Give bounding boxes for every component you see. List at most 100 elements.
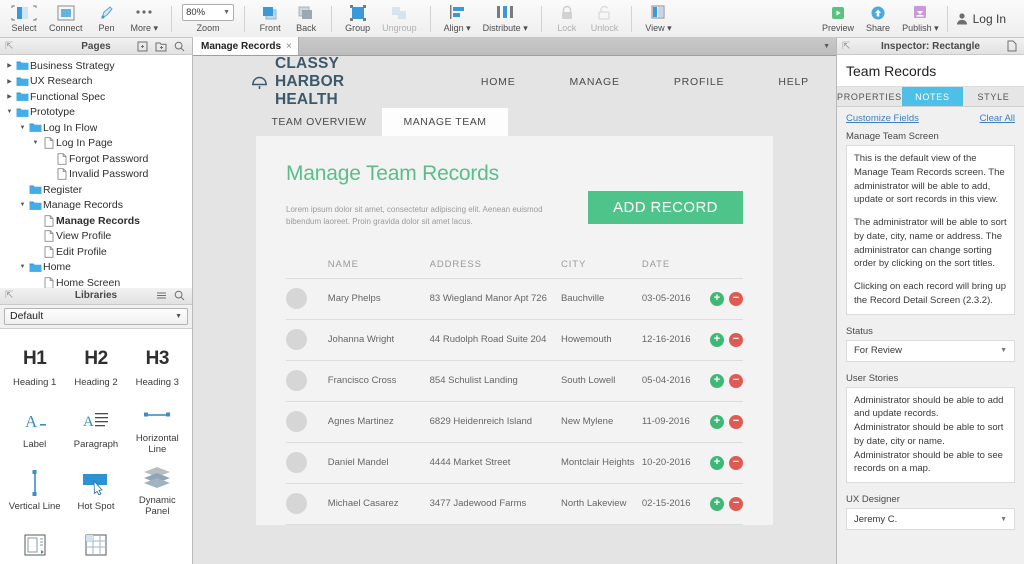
close-icon[interactable]: × xyxy=(286,41,292,52)
site-nav-help[interactable]: HELP xyxy=(751,76,836,88)
pages-tree-item[interactable]: Invalid Password xyxy=(0,167,192,183)
pages-tree-item[interactable]: Manage Records xyxy=(0,213,192,229)
widget-inline-frame[interactable]: Inline Frame xyxy=(4,521,65,564)
preview-button[interactable]: Preview xyxy=(816,2,860,36)
chevron-right-icon[interactable]: ▶ xyxy=(4,78,15,85)
more-tools-button[interactable]: More ▾ xyxy=(125,2,165,36)
table-row[interactable]: Michael Casarez 3477 Jadewood Farms North … xyxy=(286,483,743,525)
chevron-down-icon[interactable]: ▼ xyxy=(30,140,41,146)
table-row[interactable]: Johanna Wright 44 Rudolph Road Suite 204 H… xyxy=(286,319,743,361)
subtab-manage-team[interactable]: MANAGE TEAM xyxy=(382,108,508,136)
pages-tree[interactable]: ▶ Business Strategy ▶ UX Research ▶ Functiona… xyxy=(0,55,192,288)
chevron-down-icon[interactable]: ▼ xyxy=(17,202,28,208)
pages-tree-item[interactable]: ▼ Log In Page xyxy=(0,136,192,152)
pen-tool-button[interactable]: Pen xyxy=(89,2,125,36)
row-remove-button[interactable]: − xyxy=(729,414,743,429)
field-select[interactable]: For Review ▼ xyxy=(846,339,1015,362)
pages-tree-item[interactable]: View Profile xyxy=(0,229,192,245)
distribute-button[interactable]: Distribute ▾ xyxy=(477,2,534,36)
canvas-tab-manage-records[interactable]: Manage Records × xyxy=(193,37,299,55)
table-row[interactable]: Daniel Mandel 4444 Market Street Montclair… xyxy=(286,442,743,484)
widget-heading-3[interactable]: H3 Heading 3 xyxy=(127,335,188,397)
zoom-control[interactable]: 80% ▼ Zoom xyxy=(174,4,242,33)
field-textarea[interactable]: Administrator should be able to add and … xyxy=(846,386,1015,484)
chevron-right-icon[interactable]: ▶ xyxy=(4,62,15,69)
site-nav-profile[interactable]: PROFILE xyxy=(647,76,752,88)
clear-all-link[interactable]: Clear All xyxy=(980,113,1015,124)
libraries-widget-list[interactable]: H1 Heading 1 H2 Heading 2 H3 Heading 3 A Label A… xyxy=(0,328,192,564)
inspector-tab-style[interactable]: STYLE xyxy=(963,87,1024,106)
align-button[interactable]: Align ▾ xyxy=(438,2,477,36)
row-add-button[interactable]: + xyxy=(710,332,724,347)
chevron-down-icon[interactable]: ▼ xyxy=(17,264,28,270)
search-icon[interactable] xyxy=(174,41,185,52)
search-icon[interactable] xyxy=(174,290,185,301)
chevron-down-icon[interactable]: ▼ xyxy=(823,43,836,50)
pages-tree-item[interactable]: ▼ Manage Records xyxy=(0,198,192,214)
pages-tree-item[interactable]: Forgot Password xyxy=(0,151,192,167)
row-add-button[interactable]: + xyxy=(710,496,724,511)
row-remove-button[interactable]: − xyxy=(729,291,743,306)
widget-label[interactable]: A Label xyxy=(4,397,65,459)
connect-tool-button[interactable]: Connect xyxy=(43,2,89,36)
zoom-select[interactable]: 80% ▼ xyxy=(182,4,235,21)
send-back-button[interactable]: Back xyxy=(288,2,324,36)
group-button[interactable]: Group xyxy=(339,2,376,36)
pages-tree-item[interactable]: Home Screen xyxy=(0,275,192,288)
pages-tree-item[interactable]: ▶ Business Strategy xyxy=(0,58,192,74)
widget-paragraph[interactable]: A Paragraph xyxy=(65,397,126,459)
library-select[interactable]: Default ▼ xyxy=(4,307,188,325)
view-button[interactable]: View ▾ xyxy=(639,2,677,36)
lock-button[interactable]: Lock xyxy=(549,2,585,36)
chevron-down-icon[interactable]: ▼ xyxy=(17,125,28,131)
records-column-header[interactable]: ADDRESS xyxy=(429,258,561,279)
pages-tree-item[interactable]: ▶ Functional Spec xyxy=(0,89,192,105)
row-add-button[interactable]: + xyxy=(710,414,724,429)
pages-tree-item[interactable]: Edit Profile xyxy=(0,244,192,260)
subtab-team-overview[interactable]: TEAM OVERVIEW xyxy=(256,108,382,136)
widget-hot-spot[interactable]: Hot Spot xyxy=(65,459,126,521)
inspector-tab-notes[interactable]: NOTES xyxy=(901,87,963,106)
chevron-right-icon[interactable]: ▶ xyxy=(4,93,15,100)
publish-button[interactable]: Publish ▾ xyxy=(896,2,945,36)
field-textarea[interactable]: This is the default view of the Manage T… xyxy=(846,145,1015,315)
records-column-header[interactable]: CITY xyxy=(560,258,642,279)
customize-fields-link[interactable]: Customize Fields xyxy=(846,113,919,124)
records-column-header[interactable]: DATE xyxy=(641,258,710,279)
row-remove-button[interactable]: − xyxy=(729,373,743,388)
table-row[interactable]: Francisco Cross 854 Schulist Landing South… xyxy=(286,360,743,402)
share-button[interactable]: Share xyxy=(860,2,896,36)
site-nav-home[interactable]: HOME xyxy=(454,76,543,88)
pages-tree-item[interactable]: ▼ Home xyxy=(0,260,192,276)
collapse-panel-icon[interactable]: ⇱ xyxy=(0,41,13,52)
widget-heading-2[interactable]: H2 Heading 2 xyxy=(65,335,126,397)
widget-repeater[interactable]: Repeater xyxy=(65,521,126,564)
menu-icon[interactable] xyxy=(156,290,167,301)
unlock-button[interactable]: Unlock xyxy=(585,2,625,36)
row-remove-button[interactable]: − xyxy=(729,455,743,470)
select-tool-button[interactable]: Select xyxy=(5,2,43,36)
add-page-icon[interactable] xyxy=(137,41,148,52)
table-row[interactable]: Mary Phelps 83 Wiegland Manor Apt 726 Bauc… xyxy=(286,278,743,320)
add-folder-icon[interactable] xyxy=(155,41,167,52)
widget-vertical-line[interactable]: Vertical Line xyxy=(4,459,65,521)
login-button[interactable]: Log In xyxy=(950,12,1012,26)
pages-tree-item[interactable]: Register xyxy=(0,182,192,198)
design-canvas[interactable]: CLASSY HARBOR HEALTH HOME MANAGE PROFILE HE… xyxy=(193,56,836,564)
row-remove-button[interactable]: − xyxy=(729,332,743,347)
add-record-button[interactable]: ADD RECORD xyxy=(588,191,743,224)
bring-front-button[interactable]: Front xyxy=(252,2,288,36)
inspector-tab-properties[interactable]: PROPERTIES xyxy=(837,87,902,106)
widget-heading-1[interactable]: H1 Heading 1 xyxy=(4,335,65,397)
pages-tree-item[interactable]: ▼ Prototype xyxy=(0,105,192,121)
widget-dynamic-panel[interactable]: Dynamic Panel xyxy=(127,459,188,521)
collapse-libraries-icon[interactable]: ⇱ xyxy=(0,290,13,301)
site-nav-manage[interactable]: MANAGE xyxy=(543,76,647,88)
page-note-icon[interactable] xyxy=(1007,40,1017,52)
row-add-button[interactable]: + xyxy=(710,373,724,388)
field-select[interactable]: Jeremy C. ▼ xyxy=(846,508,1015,531)
row-add-button[interactable]: + xyxy=(710,291,724,306)
table-row[interactable]: Agnes Martinez 6829 Heidenreich Island New… xyxy=(286,401,743,443)
row-remove-button[interactable]: − xyxy=(729,496,743,511)
chevron-down-icon[interactable]: ▼ xyxy=(4,109,15,115)
